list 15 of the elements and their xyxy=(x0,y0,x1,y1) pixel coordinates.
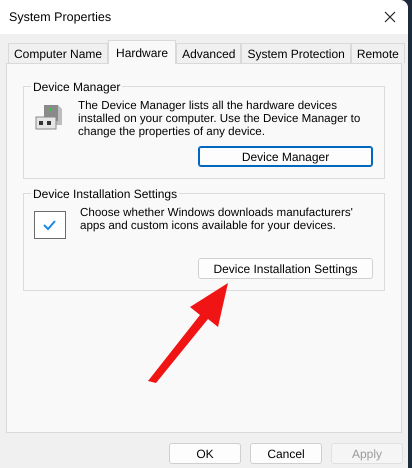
tab[interactable]: Advanced xyxy=(176,43,242,63)
close-icon[interactable] xyxy=(384,11,396,23)
description-text: The Device Manager lists all the hardware devices installed on your computer. Use the Device Manager to change the properties of any device. xyxy=(78,99,362,138)
tab[interactable]: Hardware xyxy=(108,40,176,64)
dialog-button[interactable]: OK xyxy=(169,443,241,464)
tab[interactable]: Computer Name xyxy=(8,43,108,63)
tab[interactable]: System Protection xyxy=(241,43,351,63)
device-manager-icon xyxy=(34,103,64,131)
description-text: Choose whether Windows downloads manufacturers' apps and custom icons available for your devices. xyxy=(80,206,354,234)
dialog-button[interactable]: Device Installation Settings xyxy=(198,258,373,279)
tab[interactable]: Remote xyxy=(350,43,405,63)
checkbox-window-icon xyxy=(34,211,66,239)
dialog-button[interactable]: Device Manager xyxy=(198,146,373,167)
window-title: System Properties xyxy=(9,8,112,26)
dialog-button[interactable]: Cancel xyxy=(250,443,322,464)
